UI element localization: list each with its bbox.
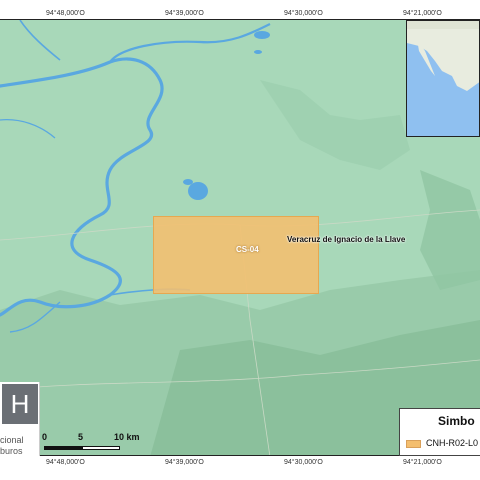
coord-bottom-1: 94°48,000'O <box>46 459 85 466</box>
block-label: CS-04 <box>236 245 259 254</box>
coord-top-4: 94°21,000'O <box>403 10 442 17</box>
legend-item-label: CNH-R02-L0 <box>426 438 479 448</box>
logo-text-line2: buros <box>0 446 23 456</box>
logo-mark: H <box>2 384 38 424</box>
legend-title: Simbo <box>438 414 475 428</box>
coord-bottom-4: 94°21,000'O <box>403 459 442 466</box>
coord-bottom-2: 94°39,000'O <box>165 459 204 466</box>
legend-swatch <box>406 440 421 448</box>
coord-bottom-3: 94°30,000'O <box>284 459 323 466</box>
scale-label-0: 0 <box>42 432 48 442</box>
scale-segment-1 <box>44 446 82 450</box>
coord-top-2: 94°39,000'O <box>165 10 204 17</box>
map-frame: 94°48,000'O 94°39,000'O 94°30,000'O 94°2… <box>0 0 480 480</box>
logo-text-line1: cional <box>0 435 24 445</box>
coord-top-3: 94°30,000'O <box>284 10 323 17</box>
scale-label-5: 5 <box>78 432 84 442</box>
logo-box: H cional buros <box>0 382 40 456</box>
block-cs-04[interactable] <box>153 216 319 294</box>
coord-top-1: 94°48,000'O <box>46 10 85 17</box>
inset-svg <box>407 21 479 136</box>
state-label: Veracruz de Ignacio de la Llave <box>287 235 406 244</box>
scale-segment-2 <box>82 446 120 450</box>
inset-map <box>406 20 480 137</box>
scale-bar: 0 5 10 km <box>42 432 144 452</box>
scale-label-10: 10 km <box>114 432 140 442</box>
legend-panel: Simbo CNH-R02-L0 <box>399 408 480 456</box>
